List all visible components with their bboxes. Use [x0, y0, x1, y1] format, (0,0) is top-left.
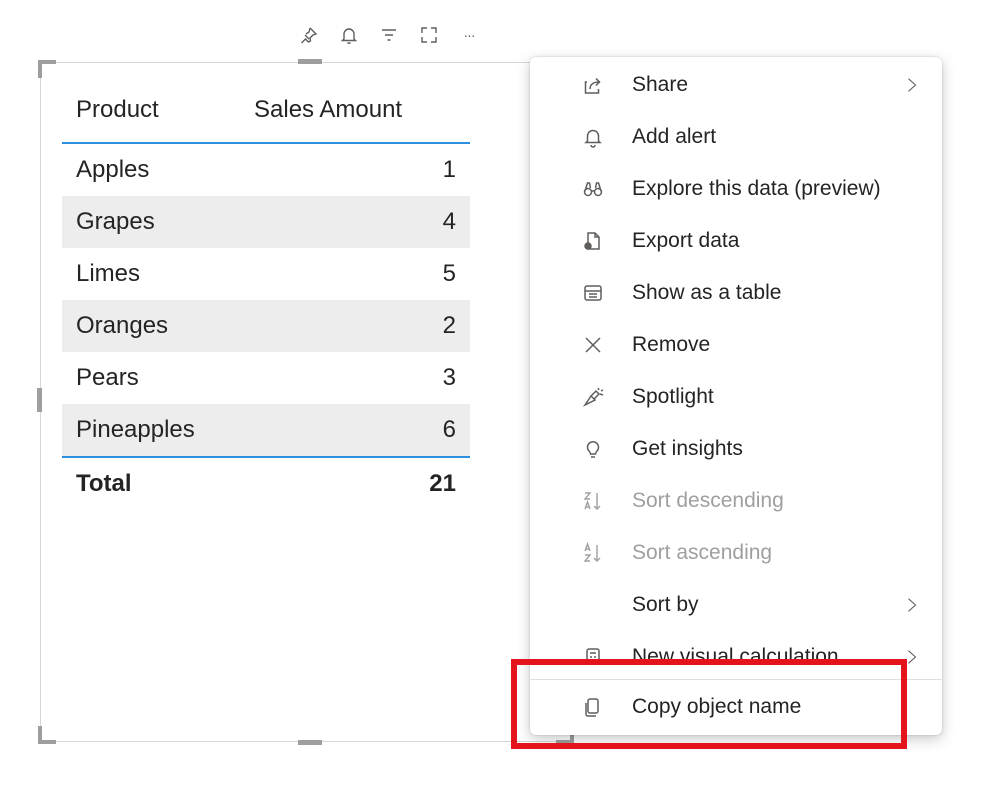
focus-mode-icon[interactable] — [416, 22, 442, 48]
menu-item-label: Spotlight — [632, 385, 714, 408]
alert-bell-icon — [580, 124, 606, 150]
visual-header: ··· — [296, 20, 482, 50]
cell-amount: 2 — [442, 312, 456, 339]
menu-item-spotlight[interactable]: Spotlight — [530, 371, 942, 423]
table-row[interactable]: Pears 3 — [62, 352, 470, 404]
total-value: 21 — [429, 470, 456, 497]
table-header: Product Sales Amount — [62, 78, 470, 144]
total-label: Total — [76, 470, 132, 497]
chevron-right-icon — [902, 594, 922, 616]
menu-item-label: Sort descending — [632, 489, 784, 512]
filter-icon[interactable] — [376, 22, 402, 48]
table-row[interactable]: Limes 5 — [62, 248, 470, 300]
menu-item-label: Sort ascending — [632, 541, 773, 564]
share-icon — [580, 72, 606, 98]
menu-item-label: Add alert — [632, 125, 717, 148]
resize-handle-left[interactable] — [37, 388, 42, 412]
table-view-icon — [580, 280, 606, 306]
chevron-right-icon — [902, 74, 922, 96]
cell-product: Limes — [76, 260, 141, 287]
menu-item-label: Get insights — [632, 437, 743, 460]
alert-bell-icon[interactable] — [336, 22, 362, 48]
column-header-sales-amount[interactable]: Sales Amount — [254, 96, 470, 124]
explore-binoculars-icon — [580, 176, 606, 202]
table-row[interactable]: Apples 1 — [62, 144, 470, 196]
context-menu: Share Add alert Explore this data (previ… — [530, 57, 942, 735]
table-total-row: Total 21 — [62, 458, 470, 510]
cell-product: Pears — [76, 364, 139, 391]
menu-item-label: Sort by — [632, 593, 699, 616]
menu-item-label: Share — [632, 73, 689, 96]
close-icon — [580, 332, 606, 358]
data-table: Product Sales Amount Apples 1 Grapes 4 L… — [62, 78, 470, 510]
highlight-box — [511, 659, 907, 749]
cell-amount: 5 — [442, 260, 456, 287]
cell-amount: 3 — [442, 364, 456, 391]
menu-item-label: Explore this data (preview) — [632, 177, 881, 200]
table-row[interactable]: Pineapples 6 — [62, 404, 470, 458]
cell-product: Oranges — [76, 312, 169, 339]
resize-handle-top[interactable] — [298, 59, 322, 64]
menu-item-label: Export data — [632, 229, 740, 252]
menu-item-sort-ascending[interactable]: Sort ascending — [530, 527, 942, 579]
menu-item-show-as-table[interactable]: Show as a table — [530, 267, 942, 319]
cell-product: Grapes — [76, 208, 155, 235]
spotlight-icon — [580, 384, 606, 410]
more-options-icon[interactable]: ··· — [456, 22, 482, 48]
menu-item-remove[interactable]: Remove — [530, 319, 942, 371]
menu-item-add-alert[interactable]: Add alert — [530, 111, 942, 163]
sort-ascending-icon — [580, 540, 606, 566]
menu-item-get-insights[interactable]: Get insights — [530, 423, 942, 475]
pin-icon[interactable] — [296, 22, 322, 48]
cell-amount: 4 — [442, 208, 456, 235]
menu-item-sort-by[interactable]: Sort by — [530, 579, 942, 631]
menu-item-export-data[interactable]: Export data — [530, 215, 942, 267]
lightbulb-icon — [580, 436, 606, 462]
menu-item-sort-descending[interactable]: Sort descending — [530, 475, 942, 527]
table-row[interactable]: Oranges 2 — [62, 300, 470, 352]
menu-item-label: Remove — [632, 333, 711, 356]
cell-product: Apples — [76, 156, 150, 183]
more-options-label: ··· — [463, 27, 476, 43]
resize-corner-bottom-left[interactable] — [38, 726, 56, 744]
resize-handle-bottom[interactable] — [298, 740, 322, 745]
export-data-icon — [580, 228, 606, 254]
table-row[interactable]: Grapes 4 — [62, 196, 470, 248]
menu-item-label: Show as a table — [632, 281, 782, 304]
menu-item-share[interactable]: Share — [530, 59, 942, 111]
column-header-product[interactable]: Product — [62, 96, 254, 124]
resize-corner-top-left[interactable] — [38, 60, 56, 78]
cell-amount: 6 — [442, 416, 456, 443]
cell-amount: 1 — [442, 156, 456, 183]
sort-descending-icon — [580, 488, 606, 514]
cell-product: Pineapples — [76, 416, 195, 443]
menu-item-explore-data[interactable]: Explore this data (preview) — [530, 163, 942, 215]
